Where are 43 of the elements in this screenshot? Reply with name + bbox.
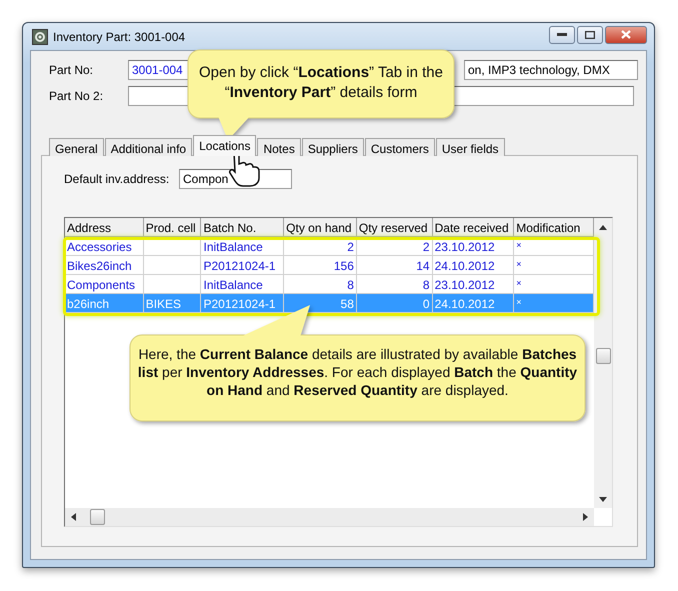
minimize-icon xyxy=(557,32,567,36)
scroll-down-icon xyxy=(599,497,607,502)
horizontal-scrollbar[interactable] xyxy=(65,508,594,526)
close-button[interactable] xyxy=(605,26,647,44)
tab[interactable]: Additional info xyxy=(104,138,192,156)
window-title: Inventory Part: 3001-004 xyxy=(53,30,186,44)
column-header[interactable]: Modification xyxy=(514,218,594,237)
column-header[interactable]: Batch No. xyxy=(201,218,284,237)
callout-text: Here, the Current Balance details are illustrated by available Batches list per Inventory Addresses. For each displayed Batch the Quantity on Hand and Reserved Quantity are displayed. xyxy=(136,345,578,400)
callout-text: Open by click “Locations” Tab in the “Inventory Part” details form xyxy=(198,63,444,102)
table-row[interactable]: Components InitBalance 8 8 23.10.2012 × xyxy=(65,275,594,294)
app-icon xyxy=(32,28,48,44)
part-number-field[interactable]: 3001-004 xyxy=(128,60,190,80)
tab[interactable]: General xyxy=(49,138,104,156)
close-icon xyxy=(621,30,631,39)
column-header[interactable]: Date received xyxy=(432,218,514,237)
scroll-up-icon xyxy=(599,225,607,230)
description-field[interactable]: on, IMP3 technology, DMX xyxy=(464,60,638,80)
minimize-button[interactable] xyxy=(549,26,575,44)
vertical-scrollbar[interactable] xyxy=(594,218,612,508)
table-cell: 24.10.2012 xyxy=(432,294,514,313)
table-cell: BIKES xyxy=(144,294,202,313)
scroll-thumb[interactable] xyxy=(90,509,105,525)
tab[interactable]: Customers xyxy=(364,138,435,156)
table-cell: 0 xyxy=(356,294,433,313)
tab[interactable]: User fields xyxy=(436,138,505,156)
tab[interactable]: Notes xyxy=(257,138,301,156)
field-label: Part No 2: xyxy=(49,89,104,103)
column-header[interactable]: Qty on hand xyxy=(284,218,357,237)
field-label: Part No: xyxy=(49,63,94,77)
maximize-button[interactable] xyxy=(577,26,603,44)
table-row[interactable]: Bikes26inch P20121024-1 156 14 24.10.2012 × xyxy=(65,256,594,275)
column-header[interactable]: Qty reserved xyxy=(356,218,433,237)
tab[interactable]: Locations xyxy=(193,135,256,156)
maximize-icon xyxy=(585,30,595,38)
column-header[interactable]: Address xyxy=(65,218,144,237)
table-cell: b26inch xyxy=(65,294,144,313)
field-label: Default inv.address: xyxy=(64,172,170,186)
scroll-left-icon xyxy=(71,513,76,521)
column-header[interactable]: Prod. cell xyxy=(144,218,202,237)
scroll-thumb[interactable] xyxy=(596,348,610,364)
tab[interactable]: Suppliers xyxy=(302,138,364,156)
scroll-right-icon xyxy=(583,513,588,521)
